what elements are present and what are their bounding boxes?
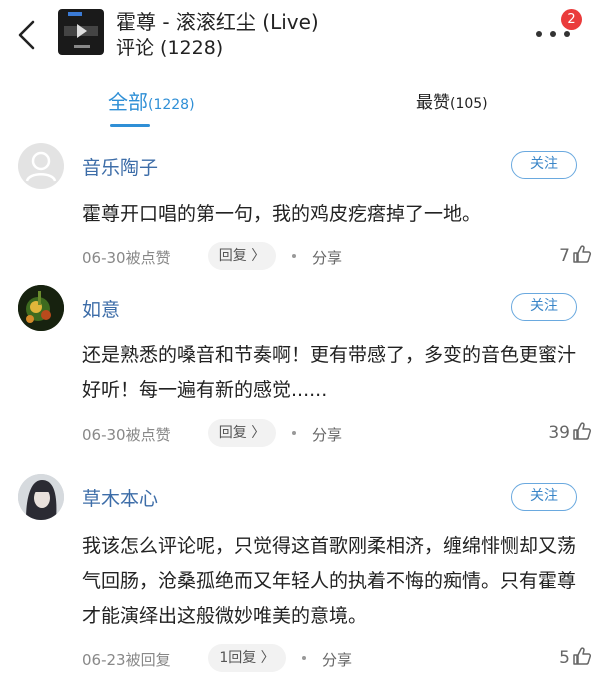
comment-meta: 06-30被点赞 回复 〉 分享 7	[82, 242, 592, 270]
avatar[interactable]	[18, 143, 64, 189]
follow-button[interactable]: 关注	[511, 151, 577, 179]
comment-meta: 06-23被回复 1回复 〉 分享 5	[82, 644, 592, 672]
thumbs-up-icon	[573, 647, 592, 665]
thumbs-up-icon	[573, 422, 592, 440]
like-button[interactable]: 39	[82, 421, 592, 443]
like-button[interactable]: 7	[82, 244, 592, 266]
comment-meta: 06-30被点赞 回复 〉 分享 39	[82, 419, 592, 447]
comment-tabs: 全部(1228) 最赞(105)	[0, 66, 600, 132]
avatar-image-icon	[18, 285, 64, 331]
comment-text: 霍尊开口唱的第一句，我的鸡皮疙瘩掉了一地。	[82, 203, 482, 225]
comment-username[interactable]: 草木本心	[82, 484, 158, 511]
comment-username[interactable]: 音乐陶子	[82, 153, 158, 180]
avatar-image-icon	[18, 474, 64, 520]
comment-text: 我该怎么评论呢，只觉得这首歌刚柔相济，缠绵悱恻却又荡气回肠，沧桑孤绝而又年轻人的…	[82, 535, 577, 627]
comment-username[interactable]: 如意	[82, 295, 120, 322]
tab-top-liked-count: (105)	[450, 96, 488, 112]
follow-button[interactable]: 关注	[511, 293, 577, 321]
default-avatar-icon	[25, 151, 57, 182]
comment-text: 还是熟悉的嗓音和节奏啊！更有带感了，多变的音色更蜜汁好听！每一遍有新的感觉...…	[82, 344, 577, 401]
tab-top-liked[interactable]: 最赞(105)	[416, 88, 488, 113]
song-title: 霍尊 - 滚滚红尘 (Live)	[116, 10, 319, 34]
avatar[interactable]	[18, 285, 64, 331]
player-header: 霍尊 - 滚滚红尘 (Live) 评论 (1228) 2	[0, 0, 600, 66]
tab-all[interactable]: 全部(1228)	[108, 86, 195, 115]
tab-all-label: 全部	[108, 90, 148, 114]
tab-all-count: (1228)	[148, 97, 195, 113]
more-menu-icon[interactable]	[532, 29, 574, 39]
thumbs-up-icon	[573, 245, 592, 263]
notification-badge: 2	[561, 9, 582, 30]
back-arrow-icon[interactable]	[12, 17, 42, 53]
comment-count-title: 评论 (1228)	[116, 37, 224, 59]
tab-top-liked-label: 最赞	[416, 93, 450, 113]
like-button[interactable]: 5	[82, 646, 592, 668]
like-count: 7	[559, 246, 570, 266]
follow-button[interactable]: 关注	[511, 483, 577, 511]
active-tab-indicator	[110, 124, 150, 127]
avatar[interactable]	[18, 474, 64, 520]
album-cover[interactable]	[58, 9, 104, 55]
like-count: 5	[559, 648, 570, 668]
like-count: 39	[548, 423, 570, 443]
